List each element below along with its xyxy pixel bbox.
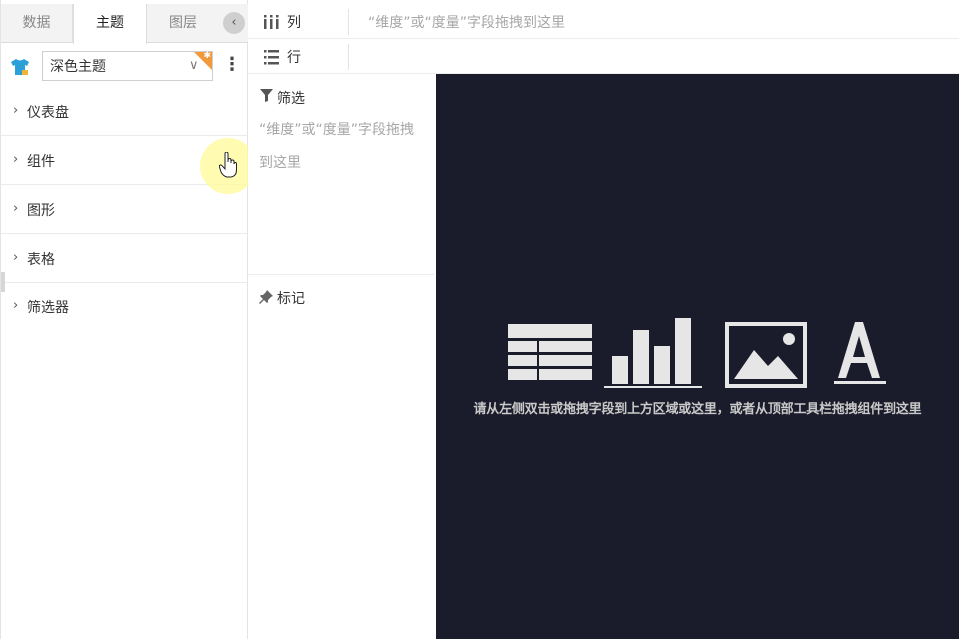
rows-shelf[interactable]: 行 bbox=[248, 39, 959, 74]
filter-title-text: 筛选 bbox=[277, 91, 305, 107]
category-label: 表格 bbox=[27, 252, 55, 268]
marks-title-text: 标记 bbox=[277, 291, 305, 307]
chevron-left-icon[interactable]: ‹ bbox=[223, 12, 245, 34]
tab-layers[interactable]: 图层 bbox=[147, 4, 219, 43]
divider bbox=[248, 274, 434, 275]
filter-drop-zone[interactable]: “维度”或“度量”字段拖拽到这里 bbox=[259, 114, 419, 180]
canvas-placeholder-icons bbox=[508, 318, 886, 388]
category-label: 仪表盘 bbox=[27, 105, 69, 121]
category-label: 组件 bbox=[27, 154, 55, 170]
rows-icon bbox=[264, 50, 279, 65]
theme-select[interactable]: 深色主题 ∨ ✱ bbox=[42, 51, 213, 81]
shirt-icon bbox=[11, 59, 29, 75]
category-tables[interactable]: › 表格 bbox=[1, 234, 248, 283]
columns-shelf[interactable]: 列 “维度”或“度量”字段拖拽到这里 bbox=[248, 4, 959, 39]
category-label: 筛选器 bbox=[27, 300, 69, 316]
resize-handle[interactable] bbox=[1, 272, 5, 292]
bar-chart-icon bbox=[604, 318, 702, 388]
canvas-area[interactable]: 请从左侧双击或拖拽字段到上方区域或这里，或者从顶部工具栏拖拽组件到这里 bbox=[436, 74, 959, 639]
columns-label: 列 bbox=[287, 15, 301, 31]
panel-tabs: 数据 主题 图层 ‹ bbox=[1, 4, 248, 44]
hand-pointer-icon bbox=[219, 152, 237, 178]
filter-marks-panel: 筛选 “维度”或“度量”字段拖拽到这里 标记 bbox=[248, 74, 436, 639]
chevron-right-icon: › bbox=[13, 152, 19, 167]
divider bbox=[348, 44, 349, 70]
theme-row: 深色主题 ∨ ✱ ⋮ bbox=[1, 47, 248, 87]
theme-select-value: 深色主题 bbox=[50, 59, 106, 75]
tab-theme[interactable]: 主题 bbox=[73, 4, 147, 44]
rows-label: 行 bbox=[287, 50, 301, 66]
left-panel: 数据 主题 图层 ‹ 深色主题 ∨ ✱ ⋮ › 仪表盘 › 组件 › 图形 › … bbox=[0, 0, 248, 639]
category-label: 图形 bbox=[27, 203, 55, 219]
canvas-empty-message: 请从左侧双击或拖拽字段到上方区域或这里，或者从顶部工具栏拖拽组件到这里 bbox=[473, 402, 922, 417]
columns-icon bbox=[264, 15, 279, 29]
category-filters[interactable]: › 筛选器 bbox=[1, 282, 248, 331]
chevron-right-icon: › bbox=[13, 298, 19, 313]
columns-drop-hint: “维度”或“度量”字段拖拽到这里 bbox=[368, 15, 566, 31]
app-window: 数据 主题 图层 ‹ 深色主题 ∨ ✱ ⋮ › 仪表盘 › 组件 › 图形 › … bbox=[0, 0, 959, 639]
image-icon bbox=[725, 322, 807, 388]
divider bbox=[348, 9, 349, 35]
category-dashboard[interactable]: › 仪表盘 bbox=[1, 87, 248, 136]
more-vertical-icon[interactable]: ⋮ bbox=[223, 56, 241, 76]
chevron-right-icon: › bbox=[13, 103, 19, 118]
marks-title: 标记 bbox=[259, 288, 305, 308]
tab-data[interactable]: 数据 bbox=[1, 4, 73, 43]
table-icon bbox=[508, 324, 592, 380]
category-shapes[interactable]: › 图形 bbox=[1, 185, 248, 234]
star-icon: ✱ bbox=[203, 51, 211, 61]
chevron-right-icon: › bbox=[13, 250, 19, 265]
chevron-right-icon: › bbox=[13, 201, 19, 216]
text-icon bbox=[834, 322, 886, 384]
filter-title: 筛选 bbox=[259, 88, 305, 108]
